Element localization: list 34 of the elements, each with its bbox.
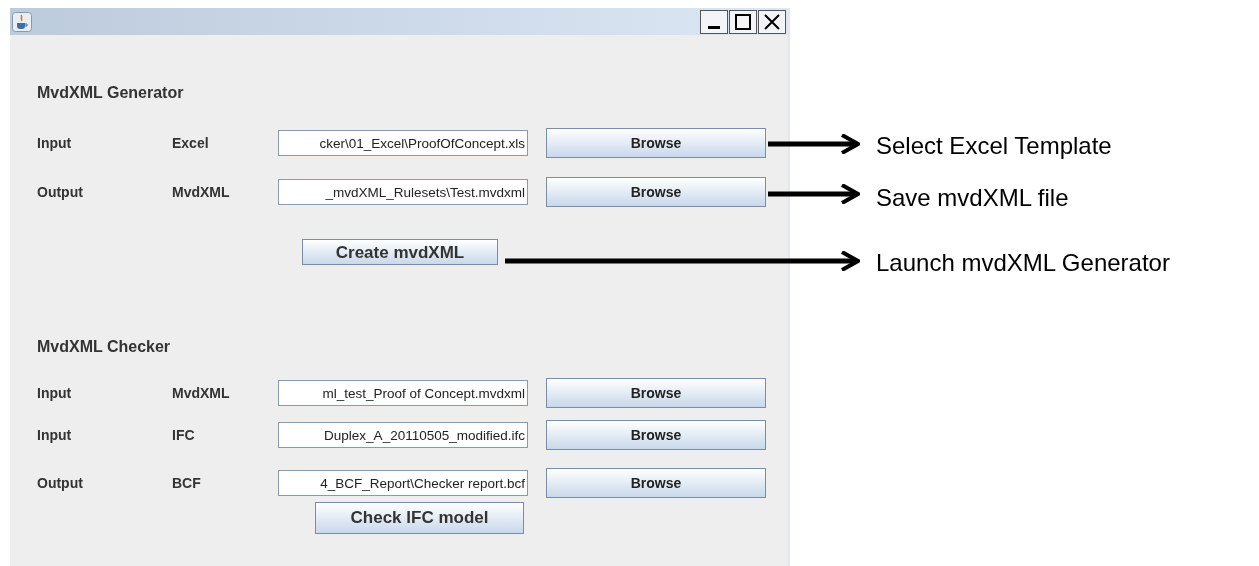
browse-button[interactable]: Browse	[546, 128, 766, 158]
annotation-text: Save mvdXML file	[876, 183, 1069, 213]
annotation-text: Select Excel Template	[876, 131, 1112, 161]
format-label: BCF	[172, 473, 202, 493]
close-icon	[764, 13, 780, 30]
direction-label: Input	[37, 383, 73, 403]
direction-label: Output	[37, 473, 84, 493]
section-heading: MvdXML Checker	[37, 337, 171, 357]
browse-button[interactable]: Browse	[546, 177, 766, 207]
format-label: MvdXML	[172, 383, 231, 403]
action-button[interactable]: Create mvdXML	[302, 239, 498, 265]
path-field[interactable]: cker\01_Excel\ProofOfConcept.xls	[278, 130, 528, 156]
path-field[interactable]: Duplex_A_20110505_modified.ifc	[278, 422, 528, 448]
section-heading: MvdXML Generator	[37, 83, 184, 103]
direction-label: Output	[37, 182, 84, 202]
browse-button[interactable]: Browse	[546, 468, 766, 498]
browse-button[interactable]: Browse	[546, 378, 766, 408]
maximize-button[interactable]	[729, 9, 757, 34]
format-label: IFC	[172, 425, 196, 445]
annotation-text: Launch mvdXML Generator	[876, 248, 1170, 278]
direction-label: Input	[37, 133, 73, 153]
action-button[interactable]: Check IFC model	[315, 502, 524, 534]
minimize-icon	[708, 25, 720, 29]
minimize-button[interactable]	[700, 9, 728, 34]
format-label: Excel	[172, 133, 210, 153]
path-field[interactable]: ml_test_Proof of Concept.mvdxml	[278, 380, 528, 406]
format-label: MvdXML	[172, 182, 231, 202]
close-button[interactable]	[758, 9, 786, 34]
path-field[interactable]: 4_BCF_Report\Checker report.bcf	[278, 470, 528, 496]
browse-button[interactable]: Browse	[546, 420, 766, 450]
path-field[interactable]: _mvdXML_Rulesets\Test.mvdxml	[278, 179, 528, 205]
cup-icon[interactable]	[12, 11, 32, 32]
maximize-icon	[735, 13, 751, 30]
direction-label: Input	[37, 425, 73, 445]
